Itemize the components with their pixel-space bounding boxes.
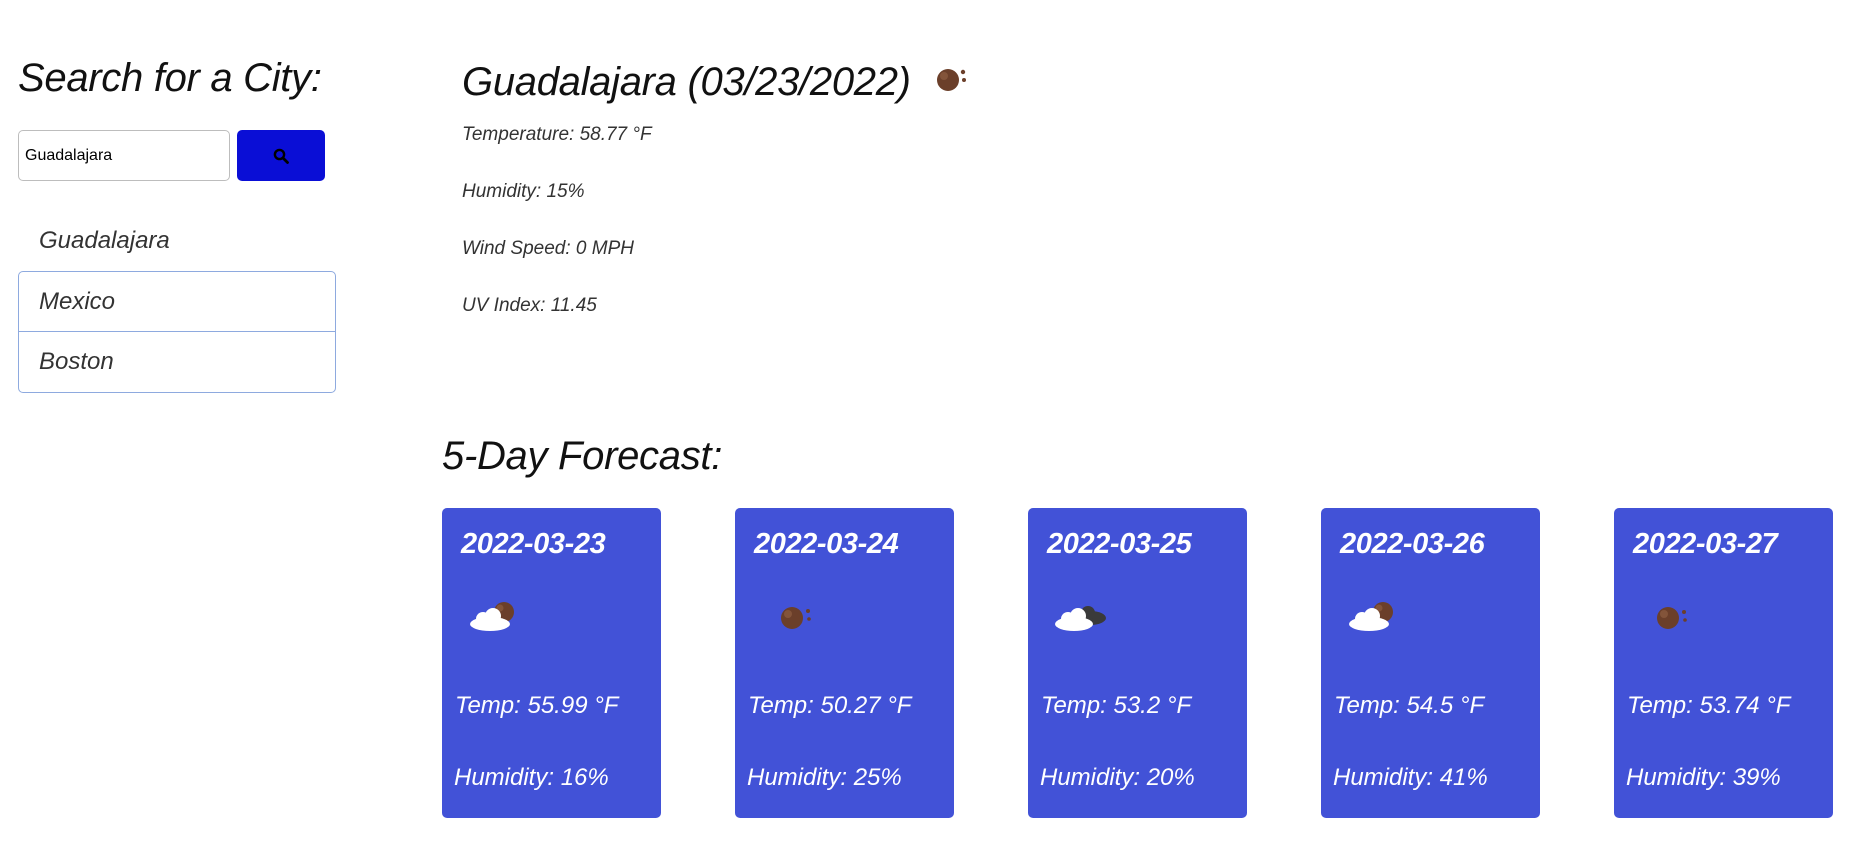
- forecast-humidity: Humidity: 25%: [747, 764, 902, 791]
- current-wind-speed: Wind Speed: 0 MPH: [462, 238, 634, 259]
- forecast-title: 5-Day Forecast:: [442, 434, 723, 478]
- forecast-card: 2022-03-27 Temp: 53.74 °F Humidity: 39%: [1614, 508, 1833, 818]
- forecast-date: 2022-03-26: [1340, 528, 1485, 560]
- forecast-humidity: Humidity: 39%: [1626, 764, 1781, 791]
- forecast-card: 2022-03-24 Temp: 50.27 °F Humidity: 25%: [735, 508, 954, 818]
- forecast-temp: Temp: 50.27 °F: [748, 692, 912, 719]
- few-clouds-icon: [470, 602, 514, 631]
- forecast-temp: Temp: 53.74 °F: [1627, 692, 1791, 719]
- clear-sky-icon: [936, 69, 966, 91]
- broken-clouds-icon: [1055, 606, 1106, 631]
- forecast-date: 2022-03-23: [461, 528, 606, 560]
- forecast-temp: Temp: 55.99 °F: [455, 692, 619, 719]
- search-button[interactable]: [237, 130, 325, 181]
- forecast-humidity: Humidity: 41%: [1333, 764, 1488, 791]
- current-uv-index: UV Index: 11.45: [462, 295, 597, 316]
- forecast-date: 2022-03-25: [1047, 528, 1192, 560]
- clear-sky-icon: [1657, 607, 1687, 629]
- history-item-guadalajara[interactable]: Guadalajara: [18, 210, 336, 271]
- current-humidity: Humidity: 15%: [462, 181, 585, 202]
- clear-sky-icon: [781, 607, 811, 629]
- search-title: Search for a City:: [18, 56, 322, 100]
- search-sidebar: Search for a City: Guadalajara Mexico Bo…: [18, 50, 336, 393]
- forecast-humidity: Humidity: 20%: [1040, 764, 1195, 791]
- search-history-list: Guadalajara Mexico Boston: [18, 210, 336, 393]
- forecast-date: 2022-03-27: [1633, 528, 1778, 560]
- forecast-temp: Temp: 54.5 °F: [1334, 692, 1485, 719]
- search-icon: [273, 148, 289, 164]
- history-item-mexico[interactable]: Mexico: [18, 271, 336, 332]
- forecast-date: 2022-03-24: [754, 528, 899, 560]
- forecast-humidity: Humidity: 16%: [454, 764, 609, 791]
- history-item-boston[interactable]: Boston: [18, 332, 336, 393]
- forecast-card: 2022-03-26 Temp: 54.5 °F Humidity: 41%: [1321, 508, 1540, 818]
- forecast-temp: Temp: 53.2 °F: [1041, 692, 1192, 719]
- current-weather: Guadalajara (03/23/2022) Temperature: 58…: [462, 54, 969, 316]
- current-city-title: Guadalajara (03/23/2022): [462, 60, 911, 104]
- search-form: [18, 130, 325, 181]
- current-weather-header: Guadalajara (03/23/2022): [462, 54, 969, 110]
- city-search-input[interactable]: [18, 130, 230, 181]
- few-clouds-icon: [1349, 602, 1393, 631]
- current-temperature: Temperature: 58.77 °F: [462, 124, 652, 145]
- forecast-card: 2022-03-25 Temp: 53.2 °F Humidity: 20%: [1028, 508, 1247, 818]
- forecast-card: 2022-03-23 Temp: 55.99 °F Humidity: 16%: [442, 508, 661, 818]
